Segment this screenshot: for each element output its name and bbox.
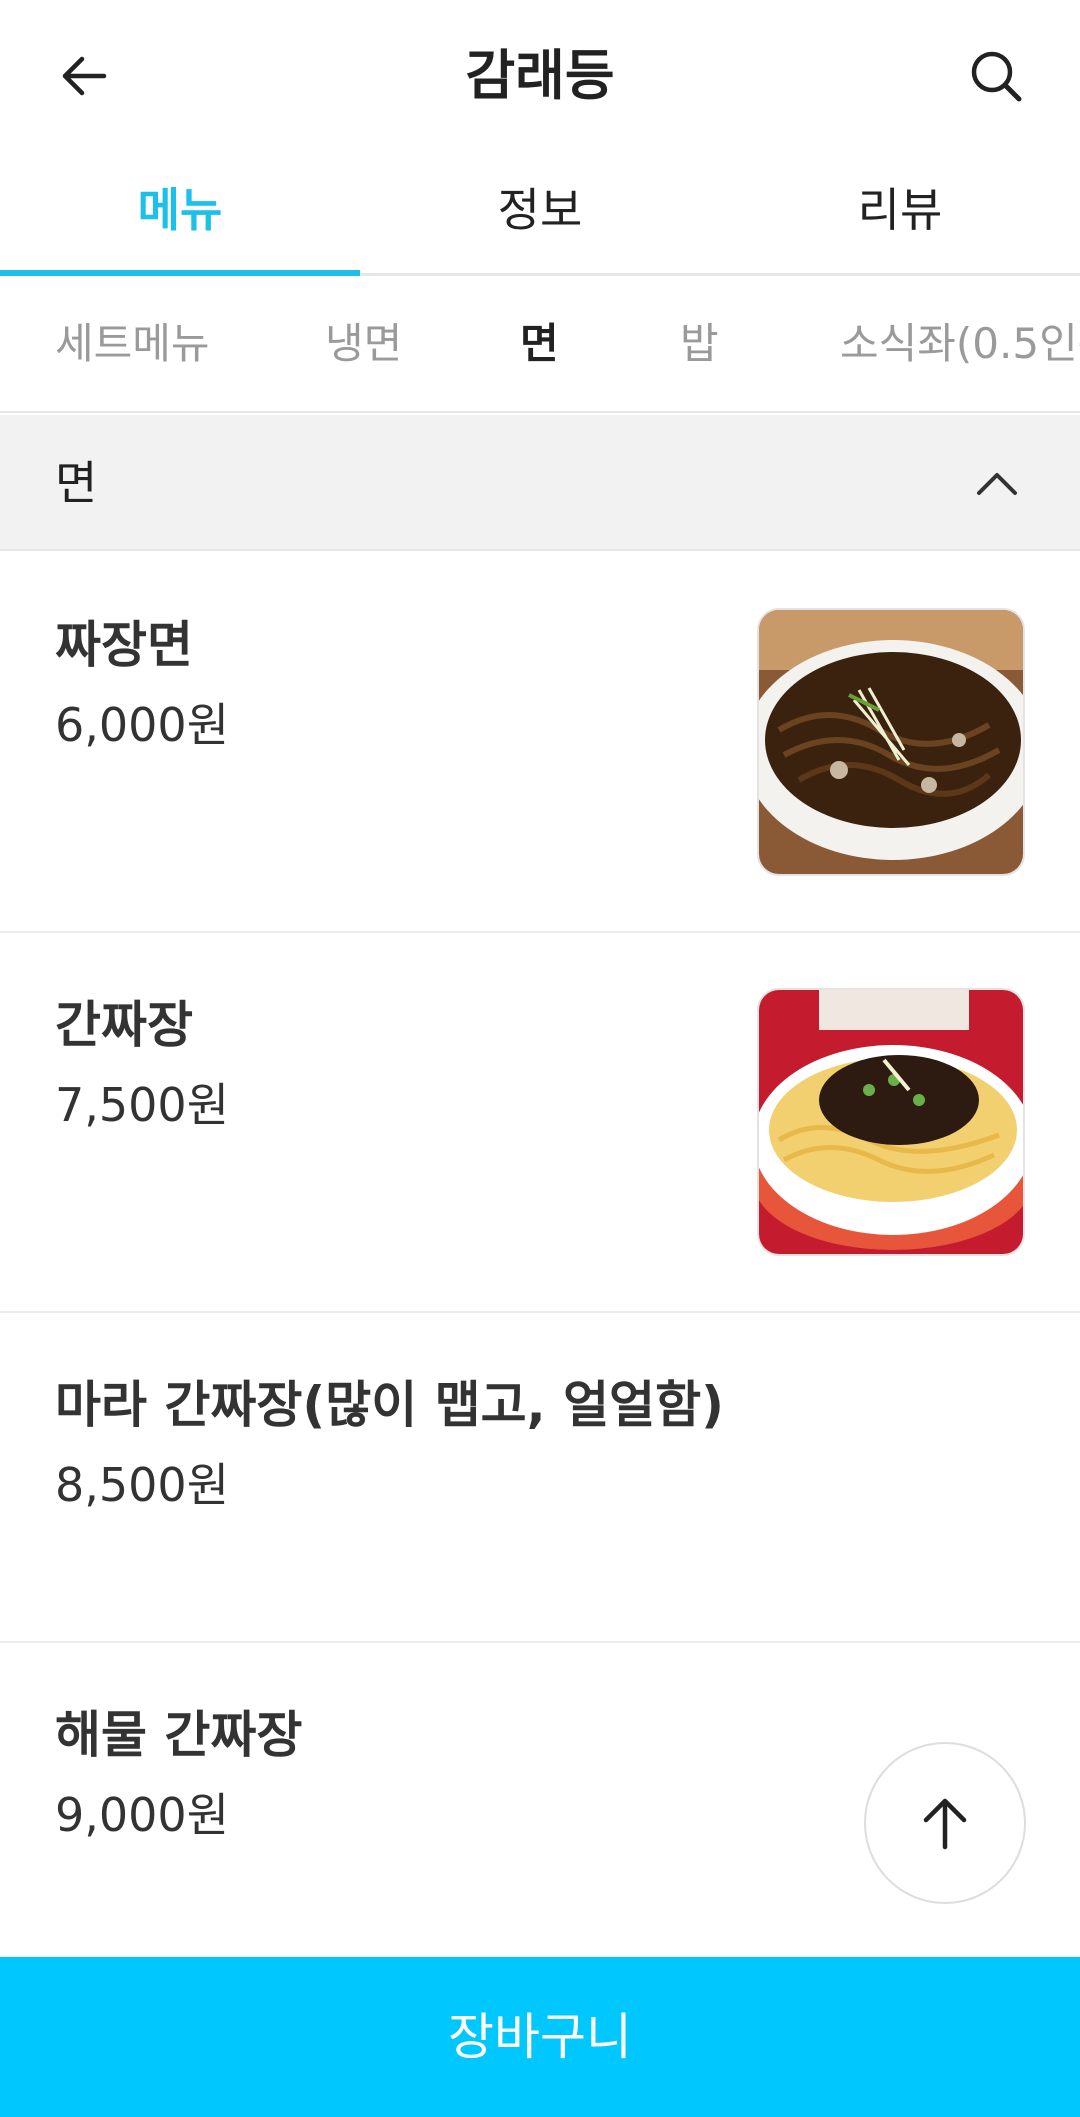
menu-item[interactable]: 마라 간짜장(많이 맵고, 얼얼함) 8,500원 — [0, 1313, 1080, 1643]
ganjjajang-photo — [757, 988, 1025, 1256]
page-title: 감래등 — [465, 44, 615, 107]
chevron-up-icon — [977, 473, 1017, 495]
menu-item-name: 간짜장 — [55, 996, 193, 1054]
cart-button[interactable]: 장바구니 — [0, 1957, 1080, 2117]
category-rice[interactable]: 밥 — [680, 279, 719, 409]
menu-item-name: 짜장면 — [55, 616, 193, 674]
app-header: 감래등 — [0, 0, 1080, 150]
menu-item-name: 마라 간짜장(많이 맵고, 얼얼함) — [55, 1376, 724, 1434]
menu-item-name: 해물 간짜장 — [55, 1706, 303, 1764]
section-title: 면 — [55, 456, 98, 510]
category-noodles[interactable]: 면 — [520, 279, 559, 409]
collapse-button[interactable] — [969, 455, 1025, 511]
search-button[interactable] — [964, 44, 1028, 108]
category-naengmyeon[interactable]: 냉면 — [325, 279, 402, 409]
scroll-to-top-button[interactable] — [864, 1742, 1026, 1904]
tab-info[interactable]: 정보 — [360, 150, 720, 273]
category-small-portion[interactable]: 소식좌(0.5인분) — [840, 279, 1080, 409]
tab-menu[interactable]: 메뉴 — [0, 150, 360, 276]
category-set-menu[interactable]: 세트메뉴 — [55, 279, 210, 409]
menu-item-price: 8,500원 — [55, 1458, 230, 1512]
menu-item[interactable]: 간짜장 7,500원 — [0, 933, 1080, 1313]
menu-item-price: 7,500원 — [55, 1078, 230, 1132]
menu-item[interactable]: 짜장면 6,000원 — [0, 553, 1080, 933]
category-bar: 세트메뉴 냉면 면 밥 소식좌(0.5인분) — [0, 279, 1080, 413]
main-tabs: 메뉴 정보 리뷰 — [0, 150, 1080, 276]
menu-item-price: 9,000원 — [55, 1788, 230, 1842]
jjajangmyeon-photo — [757, 608, 1025, 876]
tab-reviews[interactable]: 리뷰 — [720, 150, 1080, 273]
search-icon — [971, 51, 1022, 102]
section-header[interactable]: 면 — [0, 415, 1080, 551]
menu-item-price: 6,000원 — [55, 698, 230, 752]
arrow-up-icon — [923, 1798, 967, 1850]
